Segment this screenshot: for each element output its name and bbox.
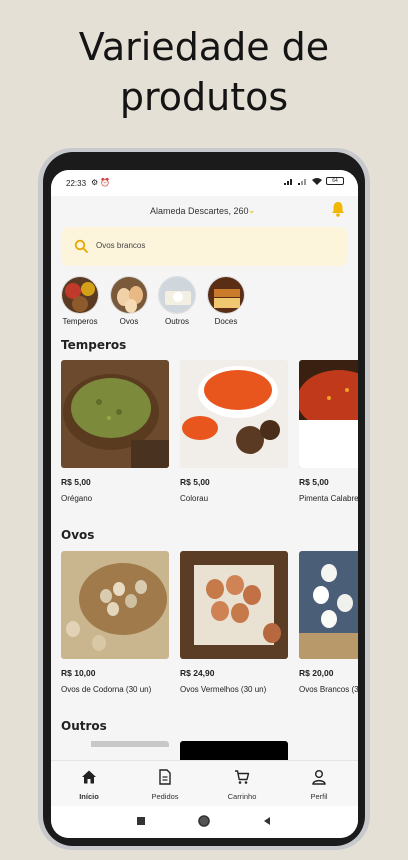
battery-icon: 64 — [326, 177, 344, 185]
product-row-outros[interactable] — [61, 741, 358, 760]
search-input[interactable]: Ovos brancos — [96, 241, 145, 250]
product-price: R$ 5,00 — [61, 477, 91, 487]
product-price: R$ 5,00 — [299, 477, 329, 487]
delivery-address[interactable]: Alameda Descartes, 260 — [150, 206, 249, 216]
status-time: 22:33 — [66, 179, 87, 188]
recents-icon[interactable] — [136, 816, 146, 826]
product-price: R$ 20,00 — [299, 668, 334, 678]
category-ovos-image — [110, 276, 148, 314]
section-title-outros: Outros — [61, 719, 107, 733]
cart-icon — [235, 770, 250, 784]
product-card[interactable] — [61, 741, 169, 760]
category-label: Outros — [164, 317, 189, 326]
phone-screen: 22:33 ⚙ ⏰ 64 Alameda Descartes, 260 ⌄ Ov… — [51, 170, 358, 838]
product-image — [299, 360, 358, 468]
product-price: R$ 10,00 — [61, 668, 96, 678]
home-icon — [82, 770, 96, 784]
category-label: Ovos — [119, 317, 139, 326]
product-image — [180, 741, 288, 760]
product-row-temperos[interactable]: R$ 5,00 Orégano R$ 5,00 Colorau R$ 5,00 … — [61, 360, 358, 510]
headline-line-2: produtos — [119, 75, 289, 119]
product-card[interactable]: R$ 5,00 Pimenta Calabresa — [299, 360, 358, 503]
system-nav-bar — [51, 806, 358, 838]
category-temperos[interactable]: Temperos — [57, 276, 103, 326]
search-bar[interactable]: Ovos brancos — [62, 227, 347, 266]
app-content[interactable]: Alameda Descartes, 260 ⌄ Ovos brancos Te… — [51, 196, 358, 760]
search-icon — [74, 239, 88, 253]
nav-label: Pedidos — [151, 792, 179, 801]
category-list: Temperos Ovos Outros Doces — [51, 276, 358, 326]
nav-label: Carrinho — [227, 792, 257, 801]
product-image — [61, 360, 169, 468]
product-price: R$ 5,00 — [180, 477, 210, 487]
status-right: 64 — [284, 177, 344, 185]
receipt-icon — [159, 769, 171, 785]
product-name: Colorau — [180, 494, 209, 503]
product-card[interactable]: R$ 10,00 Ovos de Codorna (30 un) — [61, 551, 169, 694]
product-name: Orégano — [61, 494, 93, 503]
home-button-icon[interactable] — [198, 815, 210, 827]
nav-item-inicio[interactable]: Início — [59, 769, 119, 801]
nav-label: Início — [79, 792, 99, 801]
status-notification-icons: ⚙ ⏰ — [91, 178, 111, 187]
product-image — [61, 551, 169, 659]
promo-headline: Variedade de produtos — [0, 22, 408, 122]
headline-line-1: Variedade de — [78, 25, 330, 69]
category-outros[interactable]: Outros — [154, 276, 200, 326]
status-bar: 22:33 ⚙ ⏰ 64 — [51, 170, 358, 196]
product-card[interactable]: R$ 24,90 Ovos Vermelhos (30 un) — [180, 551, 288, 694]
nav-label: Perfil — [310, 792, 328, 801]
nav-item-carrinho[interactable]: Carrinho — [212, 769, 272, 801]
nav-item-pedidos[interactable]: Pedidos — [135, 769, 195, 801]
category-label: Doces — [214, 317, 238, 326]
user-icon — [312, 770, 326, 785]
product-card[interactable]: R$ 5,00 Colorau — [180, 360, 288, 503]
product-name: Pimenta Calabresa — [299, 494, 358, 503]
product-name: Ovos de Codorna (30 un) — [61, 685, 152, 694]
nav-item-perfil[interactable]: Perfil — [289, 769, 349, 801]
category-temperos-image — [61, 276, 99, 314]
section-title-temperos: Temperos — [61, 338, 127, 352]
category-doces[interactable]: Doces — [203, 276, 249, 326]
product-image — [61, 741, 169, 760]
category-label: Temperos — [62, 317, 98, 326]
product-price: R$ 24,90 — [180, 668, 215, 678]
category-ovos[interactable]: Ovos — [106, 276, 152, 326]
product-card[interactable]: R$ 5,00 Orégano — [61, 360, 169, 503]
product-name: Ovos Brancos (30 un) — [299, 685, 358, 694]
category-outros-image — [158, 276, 196, 314]
bottom-nav: Início Pedidos Carrinho Perfil — [51, 760, 358, 806]
wifi-icon — [312, 177, 322, 185]
product-image — [180, 551, 288, 659]
category-doces-image — [207, 276, 245, 314]
section-title-ovos: Ovos — [61, 528, 95, 542]
bell-icon[interactable] — [331, 201, 345, 217]
product-row-ovos[interactable]: R$ 10,00 Ovos de Codorna (30 un) R$ 24,9… — [61, 551, 358, 701]
back-icon[interactable] — [262, 816, 272, 826]
chevron-down-icon[interactable]: ⌄ — [248, 205, 256, 216]
signal-icon — [284, 178, 292, 185]
product-image — [299, 551, 358, 659]
signal-2-icon — [298, 178, 306, 185]
top-bar: Alameda Descartes, 260 ⌄ — [51, 196, 358, 226]
product-name: Ovos Vermelhos (30 un) — [180, 685, 267, 694]
product-card[interactable] — [180, 741, 288, 760]
product-image — [180, 360, 288, 468]
product-card[interactable]: R$ 20,00 Ovos Brancos (30 un) — [299, 551, 358, 694]
